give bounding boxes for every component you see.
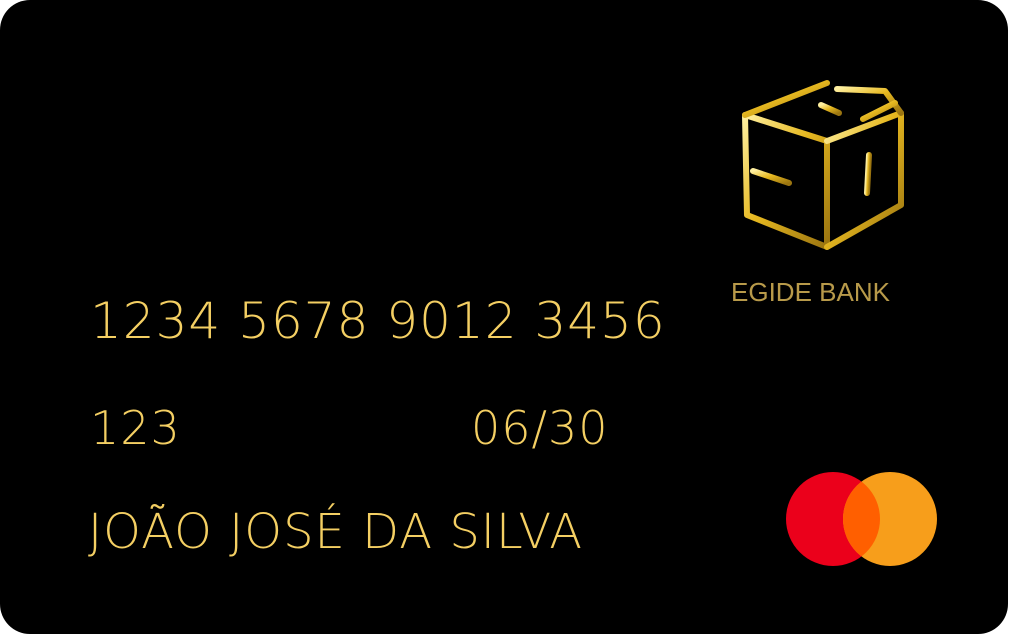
card-cvv: 123	[90, 401, 181, 455]
credit-card: EGIDE BANK 1234 5678 9012 3456 123 06/30…	[0, 0, 1008, 634]
mastercard-overlap	[843, 472, 937, 566]
mastercard-logo-icon	[786, 472, 938, 568]
card-expiry-date: 06/30	[471, 401, 609, 455]
card-number: 1234 5678 9012 3456	[90, 292, 666, 350]
cardholder-name: JOÃO JOSÉ DA SILVA	[88, 504, 584, 560]
bank-name: EGIDE BANK	[731, 277, 890, 307]
gold-cube-logo-icon	[742, 80, 904, 250]
